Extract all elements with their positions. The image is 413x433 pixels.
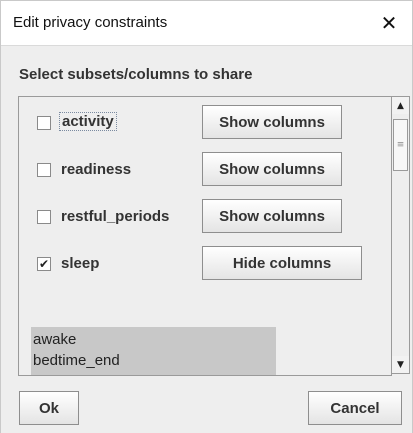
- subset-row-sleep: ✔ sleep Hide columns: [19, 244, 391, 284]
- show-columns-button-activity[interactable]: Show columns: [202, 105, 342, 139]
- subset-row-activity: activity Show columns: [19, 103, 391, 143]
- close-icon: ✕: [380, 11, 398, 35]
- show-columns-button-readiness[interactable]: Show columns: [202, 152, 342, 186]
- scroll-down-arrow-icon[interactable]: ▼: [392, 356, 409, 373]
- show-columns-button-restful-periods[interactable]: Show columns: [202, 199, 342, 233]
- vertical-scrollbar[interactable]: ▲ ≡ ▼: [392, 96, 410, 374]
- column-item[interactable]: awake: [33, 331, 76, 348]
- section-heading: Select subsets/columns to share: [19, 66, 253, 83]
- close-button[interactable]: ✕: [366, 1, 412, 45]
- subset-label-readiness[interactable]: readiness: [61, 161, 131, 178]
- privacy-dialog: Edit privacy constraints ✕ Select subset…: [0, 0, 413, 433]
- cancel-button[interactable]: Cancel: [308, 391, 402, 425]
- hide-columns-button-sleep[interactable]: Hide columns: [202, 246, 362, 280]
- subset-row-readiness: readiness Show columns: [19, 150, 391, 190]
- column-item[interactable]: bedtime_end: [33, 352, 120, 369]
- dialog-content: Select subsets/columns to share activity…: [1, 46, 412, 433]
- scroll-thumb[interactable]: ≡: [393, 119, 408, 171]
- subset-label-activity[interactable]: activity: [59, 112, 117, 131]
- ok-button[interactable]: Ok: [19, 391, 79, 425]
- subset-checkbox-readiness[interactable]: [37, 163, 51, 177]
- title-bar: Edit privacy constraints ✕: [1, 1, 412, 46]
- dialog-title: Edit privacy constraints: [13, 14, 168, 31]
- subset-row-restful-periods: restful_periods Show columns: [19, 197, 391, 237]
- grip-icon: ≡: [396, 140, 405, 150]
- scroll-up-arrow-icon[interactable]: ▲: [392, 97, 409, 114]
- subset-label-sleep[interactable]: sleep: [61, 255, 99, 272]
- column-item[interactable]: bedtime_end_delta: [33, 373, 161, 375]
- subset-label-restful-periods[interactable]: restful_periods: [61, 208, 169, 225]
- subset-checkbox-activity[interactable]: [37, 116, 51, 130]
- subsets-scroll-panel[interactable]: activity Show columns readiness Show col…: [18, 96, 392, 376]
- sleep-columns-list[interactable]: awake bedtime_end bedtime_end_delta: [31, 327, 276, 375]
- subset-checkbox-restful-periods[interactable]: [37, 210, 51, 224]
- subset-checkbox-sleep[interactable]: ✔: [37, 257, 51, 271]
- checkmark-icon: ✔: [38, 257, 50, 271]
